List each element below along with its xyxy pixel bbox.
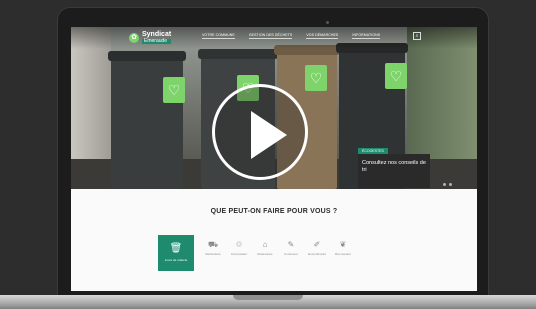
service-ecogestes[interactable]: ❦ Éco-Gestes: [330, 235, 356, 257]
service-label: Redevance: [257, 252, 273, 256]
service-dechetterie[interactable]: ⛟ Déchetterie: [200, 235, 226, 257]
caption-tag: ÉCOGESTES: [358, 148, 388, 154]
container-icon: ✎: [287, 240, 295, 249]
service-label: Déchetterie: [205, 252, 221, 256]
service-label: Éco-Gestes: [335, 252, 351, 256]
hero-caption-card[interactable]: ÉCOGESTES Consultez nos conseils de tri: [358, 148, 430, 188]
service-encombrants[interactable]: ✐ Encombrants: [304, 235, 330, 257]
main-nav: VOTRE COMMUNE GESTION DES DÉCHETS VOS DÉ…: [202, 33, 381, 39]
carousel-dot[interactable]: [443, 183, 446, 186]
services-row: 🗑 Jours de collecte ⛟ Déchetterie ♲ Comp…: [158, 235, 356, 271]
services-title: QUE PEUT-ON FAIRE POUR VOUS ?: [210, 208, 338, 215]
nav-item-dechets[interactable]: GESTION DES DÉCHETS: [248, 33, 293, 39]
logo-icon: ✿: [129, 32, 139, 43]
recycle-tag-icon: ♡: [385, 63, 407, 89]
caption-text: Consultez nos conseils de tri: [362, 160, 426, 173]
service-label: Jours de collecte: [164, 258, 188, 262]
compost-icon: ♲: [235, 240, 243, 249]
site-logo[interactable]: ✿ Syndicat Emeraude: [129, 31, 172, 44]
trash-bin: ♡: [108, 51, 186, 189]
truck-icon: ⛟: [207, 240, 219, 249]
nav-item-informations[interactable]: INFORMATIONS: [352, 33, 381, 39]
nav-item-demarches[interactable]: VOS DÉMARCHES: [306, 33, 339, 39]
service-conteneur[interactable]: ✎ Conteneur: [278, 235, 304, 257]
nav-item-commune[interactable]: VOTRE COMMUNE: [202, 33, 235, 39]
search-icon[interactable]: ⌕: [413, 32, 421, 40]
service-collecte[interactable]: 🗑 Jours de collecte: [158, 235, 194, 271]
logo-title: Syndicat: [142, 31, 172, 38]
service-label: Composteur: [230, 252, 248, 256]
recycle-tag-icon: ♡: [305, 65, 327, 91]
carousel-dot[interactable]: [449, 183, 452, 186]
wrench-icon: ✐: [313, 240, 321, 249]
top-nav: ✿ Syndicat Emeraude VOTRE COMMUNE GESTIO…: [71, 27, 477, 49]
service-label: Encombrants: [308, 252, 326, 256]
home-icon: ⌂: [262, 240, 268, 249]
webcam: [326, 21, 329, 24]
service-redevance[interactable]: ⌂ Redevance: [252, 235, 278, 257]
video-play-button[interactable]: [212, 84, 308, 180]
service-label: Conteneur: [283, 252, 298, 256]
bin-icon: 🗑: [169, 243, 183, 254]
laptop-notch: [233, 295, 303, 300]
recycle-tag-icon: ♡: [163, 77, 185, 103]
play-icon: [251, 111, 287, 159]
carousel-dots: [443, 183, 452, 186]
service-composteur[interactable]: ♲ Composteur: [226, 235, 252, 257]
leaf-icon: ❦: [339, 240, 347, 249]
logo-subtitle: Emeraude: [142, 39, 172, 44]
